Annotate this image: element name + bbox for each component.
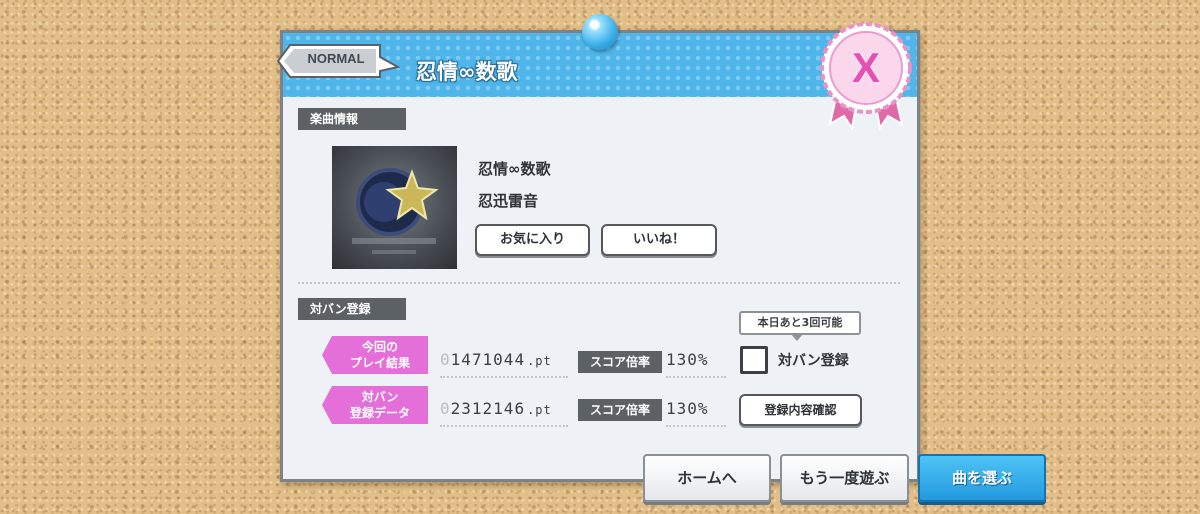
remaining-count-tooltip: 本日あと3回可能: [739, 311, 861, 341]
registered-rate-label: スコア倍率: [578, 399, 662, 421]
current-score-value: 1471044: [450, 350, 526, 369]
current-score-pad: 0: [440, 350, 451, 369]
registered-score-value: 2312146: [450, 399, 526, 418]
favorite-button[interactable]: お気に入り: [475, 224, 590, 256]
rank-letter: X: [851, 44, 880, 91]
pushpin-icon: [582, 14, 618, 50]
header-song-title: 忍情∞数歌: [416, 60, 518, 84]
registered-data-label-text: 対バン 登録データ: [349, 390, 410, 420]
song-artist: 忍迅雷音: [478, 192, 539, 210]
rank-badge: X: [812, 20, 920, 132]
difficulty-label: NORMAL: [307, 51, 365, 66]
song-title: 忍情∞数歌: [478, 160, 551, 178]
current-result-label: 今回の プレイ結果: [322, 336, 428, 374]
registered-score-unit: .pt: [527, 403, 552, 417]
battle-section-label: 対バン登録: [298, 298, 406, 320]
jacket-emblem-icon: [352, 168, 439, 254]
registered-rate: 130%: [666, 399, 726, 427]
like-button[interactable]: いいね！: [601, 224, 717, 256]
registered-data-label: 対バン 登録データ: [322, 386, 428, 424]
song-info-section-label: 楽曲情報: [298, 108, 406, 130]
home-button[interactable]: ホームへ: [643, 454, 771, 502]
registered-score-pad: 0: [440, 399, 451, 418]
current-score: 01471044 .pt: [440, 350, 568, 378]
section-divider: [298, 282, 900, 284]
current-score-unit: .pt: [527, 354, 552, 368]
difficulty-tag: NORMAL: [276, 43, 400, 79]
battle-register-checkbox[interactable]: [740, 346, 768, 374]
current-result-label-text: 今回の プレイ結果: [349, 340, 410, 370]
battle-register-label: 対バン登録: [778, 353, 849, 369]
replay-button[interactable]: もう一度遊ぶ: [780, 454, 909, 502]
current-rate-label: スコア倍率: [578, 351, 662, 373]
song-jacket-image: [332, 146, 457, 269]
registered-score: 02312146 .pt: [440, 399, 568, 427]
confirm-registration-button[interactable]: 登録内容確認: [739, 394, 862, 426]
current-rate: 130%: [666, 350, 726, 378]
select-song-button[interactable]: 曲を選ぶ: [918, 454, 1046, 502]
